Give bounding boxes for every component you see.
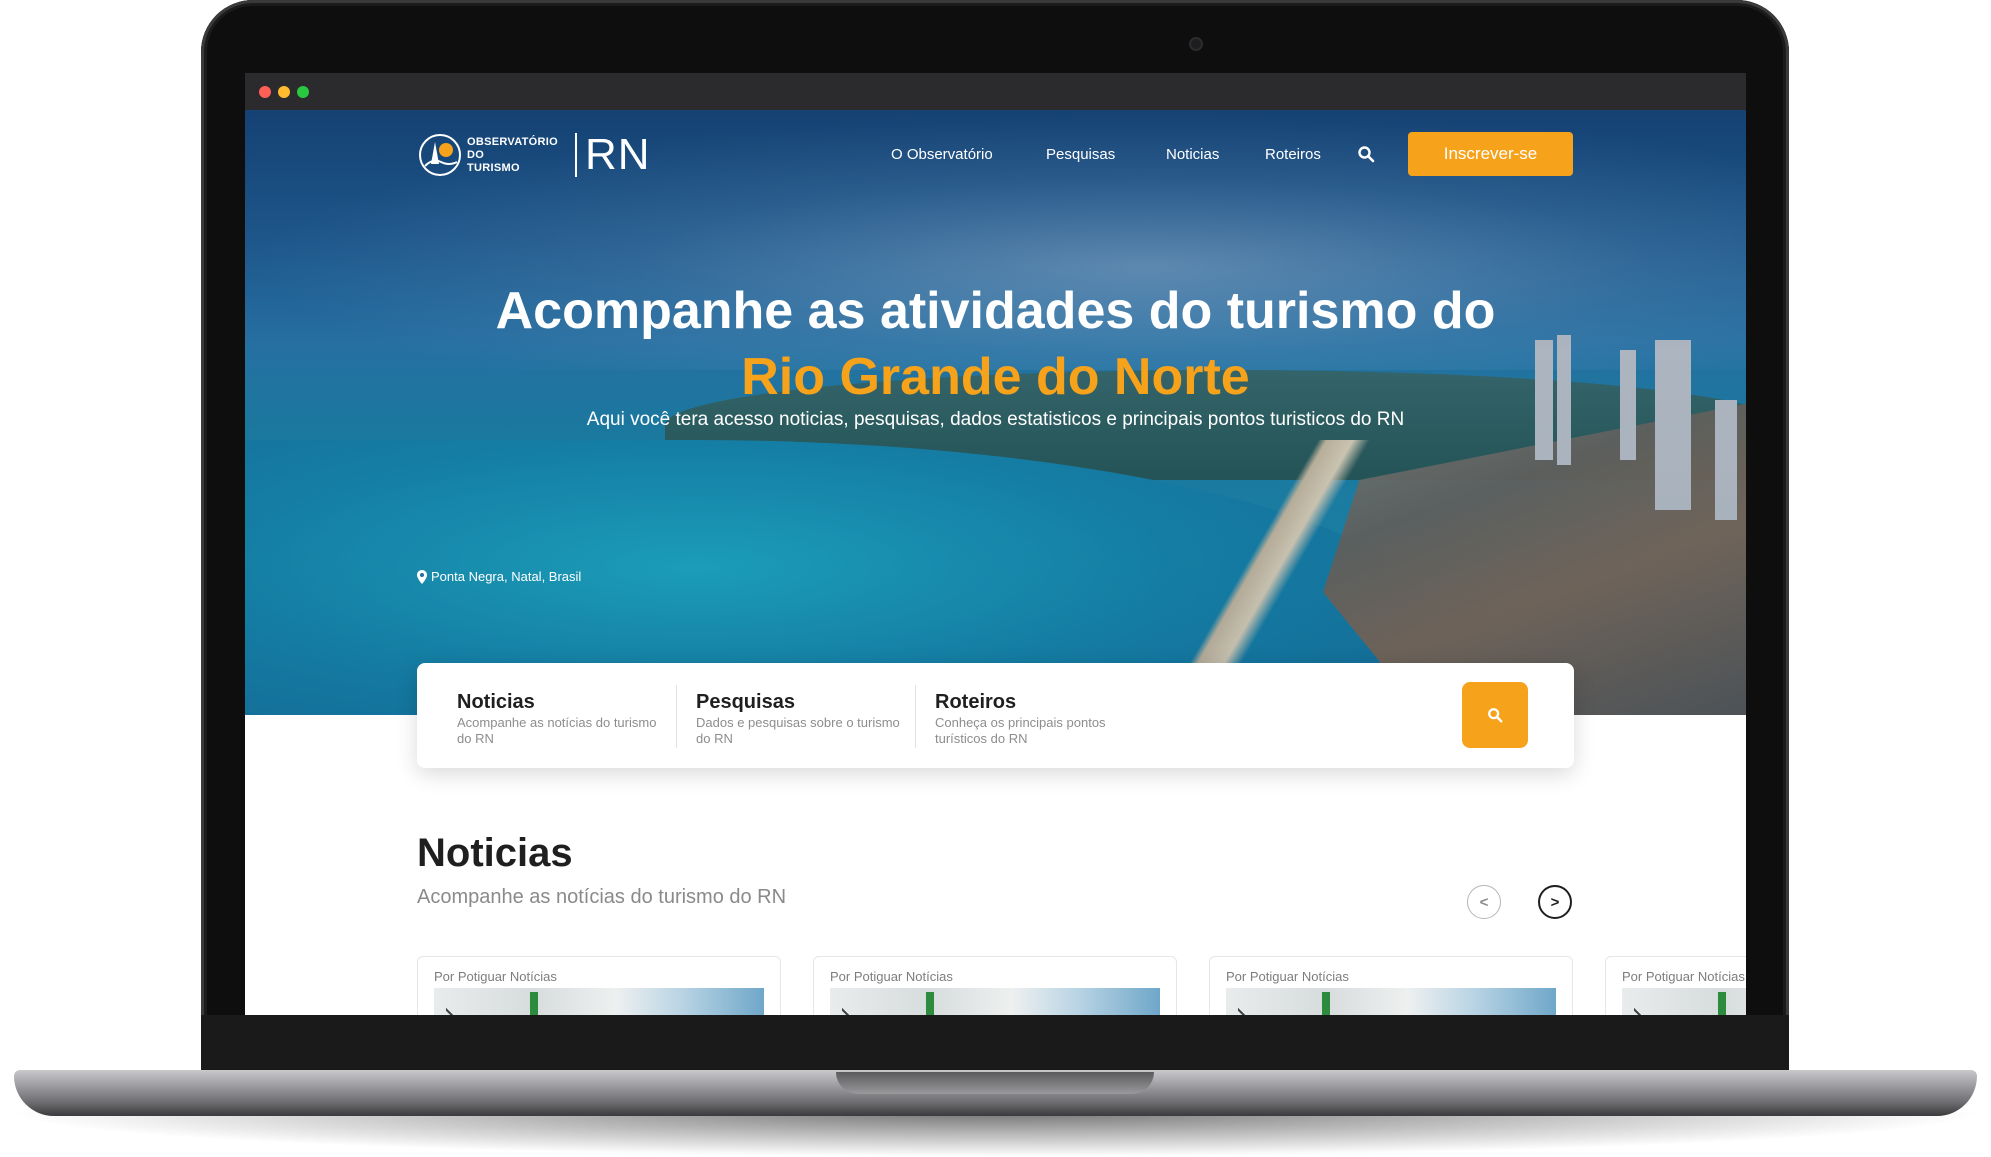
nav-item-pesquisas[interactable]: Pesquisas [1046,146,1115,163]
news-card-author: Por Potiguar Notícias [1226,969,1349,984]
laptop-shadow [0,1112,1991,1157]
hero-subtitle: Aqui você tera acesso noticias, pesquisa… [586,409,1405,430]
window-close-button[interactable] [259,86,271,98]
quick-links-card: Noticias Acompanhe as notícias do turism… [417,663,1574,768]
hero-section: OBSERVATÓRIO DO TURISMO RN O Observatóri… [245,110,1746,715]
quick-link-description: Dados e pesquisas sobre o turismo do RN [696,715,900,746]
carousel-next-button[interactable]: > [1538,885,1572,919]
browser-window: OBSERVATÓRIO DO TURISMO RN O Observatóri… [245,73,1746,1015]
map-pin-icon [417,569,427,584]
news-card-author: Por Potiguar Notícias [830,969,953,984]
news-card-author: Por Potiguar Notícias [434,969,557,984]
laptop-notch [836,1072,1154,1094]
quick-link-description: Conheça os principais pontos turísticos … [935,715,1106,746]
news-card-image [1226,988,1556,1015]
quick-link-noticias[interactable]: Noticias Acompanhe as notícias do turism… [457,690,667,747]
divider [915,685,916,748]
quick-link-pesquisas[interactable]: Pesquisas Dados e pesquisas sobre o turi… [696,690,906,747]
news-section-subtitle: Acompanhe as notícias do turismo do RN [417,886,787,908]
search-icon [1488,708,1503,723]
carousel-prev-button[interactable]: < [1467,885,1501,919]
quick-link-roteiros[interactable]: Roteiros Conheça os principais pontos tu… [935,690,1145,747]
news-card-image [1622,988,1746,1015]
location-label: Ponta Negra, Natal, Brasil [417,569,581,584]
browser-titlebar [245,73,1746,110]
laptop-bezel [201,1015,1789,1075]
quick-link-title: Pesquisas [696,691,795,713]
news-card-image [830,988,1160,1015]
window-minimize-button[interactable] [278,86,290,98]
news-card[interactable]: Por Potiguar Notícias [1605,956,1746,1015]
news-card-author: Por Potiguar Notícias [1622,969,1745,984]
hero-title-accent: Rio Grande do Norte [741,348,1250,406]
hero-title: Acompanhe as atividades do turismo do [495,282,1496,340]
quick-search-button[interactable] [1462,682,1528,748]
quick-link-description: Acompanhe as notícias do turismo do RN [457,715,657,746]
nav-item-observatorio[interactable]: O Observatório [891,146,993,163]
news-card[interactable]: Por Potiguar Notícias [417,956,781,1015]
news-card[interactable]: Por Potiguar Notícias [1209,956,1573,1015]
divider [676,685,677,748]
quick-link-title: Noticias [457,691,535,713]
nav-item-noticias[interactable]: Noticias [1166,146,1219,163]
search-icon[interactable] [1357,145,1375,163]
nav-item-roteiros[interactable]: Roteiros [1265,146,1321,163]
subscribe-button[interactable]: Inscrever-se [1408,132,1573,176]
news-card[interactable]: Por Potiguar Notícias [813,956,1177,1015]
camera-icon [1189,37,1203,51]
quick-link-title: Roteiros [935,691,1017,713]
news-section-title: Noticias [417,831,573,875]
location-text: Ponta Negra, Natal, Brasil [431,569,582,584]
window-maximize-button[interactable] [297,86,309,98]
news-card-image [434,988,764,1015]
